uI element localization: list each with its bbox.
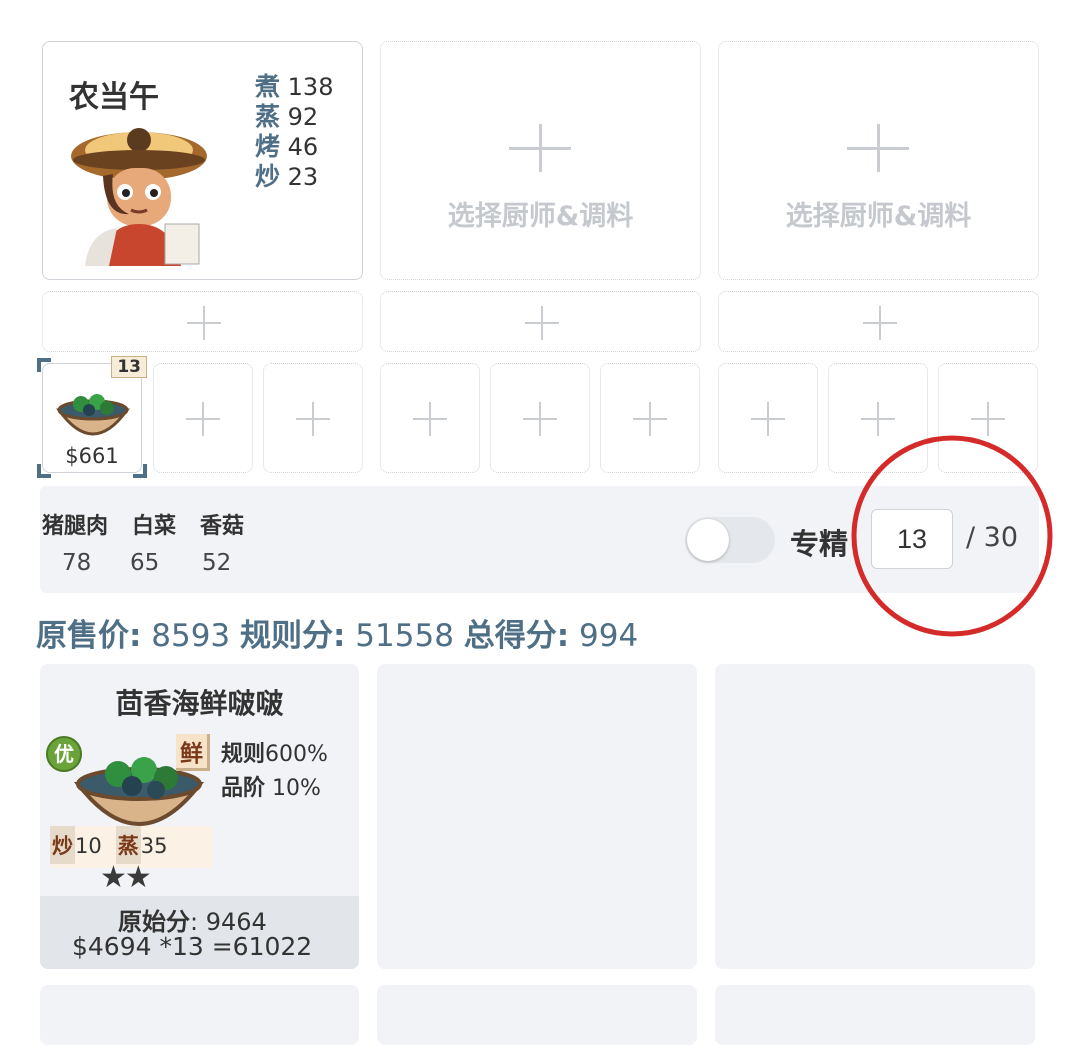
skill-label: 炒: [50, 826, 75, 864]
chef-slot-2[interactable]: 选择厨师&调料: [380, 41, 701, 280]
choose-chef-label: 选择厨师&调料: [785, 201, 972, 232]
add-icon: [413, 402, 447, 436]
recipe-slot[interactable]: [600, 363, 700, 473]
ingredient-name: 猪腿肉: [42, 514, 109, 539]
recipe-slot[interactable]: [153, 363, 253, 473]
ingredient-value: 65: [130, 550, 160, 576]
highlight-circle: [851, 435, 1053, 637]
ingredient-name: 香菇: [200, 514, 245, 539]
selection-corner: [37, 464, 51, 478]
rule-score: 51558: [355, 618, 454, 654]
skill-value: 46: [287, 133, 319, 161]
score-summary: 原售价: 8593 规则分: 51558 总得分: 994: [36, 610, 638, 655]
equip-slot-1[interactable]: [42, 291, 363, 352]
add-icon: [863, 306, 897, 340]
toggle-knob: [687, 519, 729, 561]
add-icon: [186, 402, 220, 436]
add-icon: [861, 402, 895, 436]
ingredient-value: 78: [62, 550, 92, 576]
dish-card-empty[interactable]: [715, 664, 1035, 969]
recipe-slot[interactable]: [380, 363, 480, 473]
specialize-toggle[interactable]: [685, 517, 775, 563]
skill-value: 23: [287, 163, 319, 191]
original-price: 8593: [151, 618, 231, 654]
recipe-slot[interactable]: [718, 363, 818, 473]
rule-label: 规则: [221, 742, 266, 767]
chef-name: 农当午: [69, 80, 159, 115]
dish-name: 茴香海鲜啵啵: [115, 687, 284, 720]
add-icon: [633, 402, 667, 436]
skill-label: 蒸: [115, 826, 141, 864]
chef-slot-3[interactable]: 选择厨师&调料: [718, 41, 1039, 280]
dish-card-empty[interactable]: [40, 985, 359, 1045]
selection-corner: [133, 464, 147, 478]
skill-row: 蒸 92: [255, 102, 333, 132]
dish-card[interactable]: 茴香海鲜啵啵 优 鲜 规则600% 品阶 10% 炒10 蒸35 ★★ 原始分: …: [40, 664, 359, 969]
add-icon: [525, 306, 559, 340]
total-score-label: 总得分:: [463, 618, 570, 654]
recipe-slot[interactable]: [490, 363, 590, 473]
specialize-label: 专精: [790, 527, 849, 561]
add-icon: [523, 402, 557, 436]
dish-bowl-icon: [55, 388, 131, 444]
skill-value: 138: [287, 73, 334, 101]
add-icon: [751, 402, 785, 436]
grade-row: 品阶 10%: [221, 770, 321, 802]
rule-row: 规则600%: [221, 736, 328, 768]
dish-card-empty[interactable]: [715, 985, 1035, 1045]
add-icon: [509, 124, 571, 172]
original-price-label: 原售价:: [36, 618, 142, 654]
choose-chef-label: 选择厨师&调料: [447, 201, 634, 232]
skill-row: 炒 23: [255, 162, 333, 192]
ingredient-value: 52: [202, 550, 232, 576]
rule-score-label: 规则分:: [240, 618, 346, 654]
rule-value: 600%: [265, 742, 328, 767]
add-icon: [187, 306, 221, 340]
add-icon: [847, 124, 909, 172]
skill-row: 烤 46: [255, 132, 333, 162]
skill-label: 煮: [255, 72, 281, 101]
grade-label: 品阶: [221, 776, 266, 801]
skill-value: 92: [287, 103, 319, 131]
equip-slot-2[interactable]: [380, 291, 701, 352]
skill-label: 炒: [255, 162, 281, 191]
dish-card-empty[interactable]: [377, 985, 697, 1045]
score-calc: $4694 *13 =61022: [72, 932, 313, 961]
recipe-count-badge: 13: [111, 356, 147, 378]
grade-value: 10%: [272, 776, 321, 801]
selection-corner: [37, 358, 51, 372]
skill-row: 煮 138: [255, 72, 333, 102]
dish-card-empty[interactable]: [377, 664, 697, 969]
add-icon: [296, 402, 330, 436]
recipe-slot-selected[interactable]: 13 $661: [37, 356, 147, 478]
dish-score-box: 原始分: 9464 $4694 *13 =61022: [40, 896, 359, 969]
total-score: 994: [579, 618, 639, 654]
recipe-price: $661: [65, 444, 119, 468]
skill-label: 烤: [255, 132, 281, 161]
flavor-tag: 鲜: [176, 734, 210, 771]
ingredient-name: 白菜: [132, 514, 177, 539]
skill-label: 蒸: [255, 102, 281, 131]
recipe-slot[interactable]: [263, 363, 363, 473]
dish-stars: ★★: [100, 860, 152, 895]
chef-avatar: [69, 116, 219, 266]
chef-skills: 煮 138 蒸 92 烤 46 炒 23: [255, 72, 333, 192]
equip-slot-3[interactable]: [718, 291, 1039, 352]
skill-value: 10: [75, 834, 102, 858]
skill-value: 35: [140, 834, 168, 858]
add-icon: [971, 402, 1005, 436]
chef-slot-1[interactable]: 农当午 煮 138 蒸 92 烤 46 炒 23: [42, 41, 363, 280]
